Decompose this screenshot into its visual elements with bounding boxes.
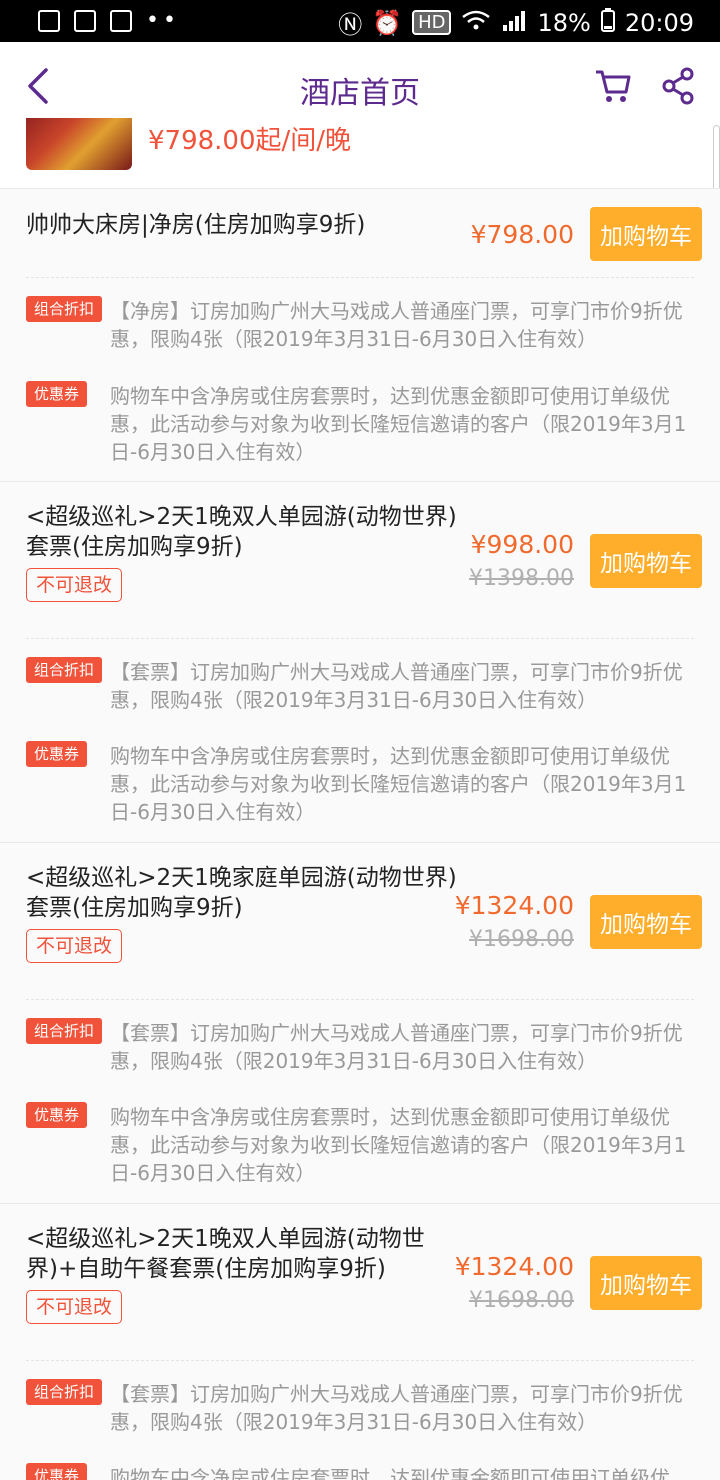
combo-discount-tag: 组合折扣 bbox=[26, 1379, 103, 1405]
combo-discount-text: 【净房】订房加购广州大马戏成人普通座门票，可享门市价9折优惠，限购4张（限201… bbox=[110, 299, 683, 351]
original-price: ¥1698.00 bbox=[469, 927, 574, 952]
nfc-icon: Ⓝ bbox=[338, 11, 363, 39]
divider bbox=[26, 277, 694, 278]
combo-discount-tag: 组合折扣 bbox=[26, 657, 103, 683]
hotel-thumbnail bbox=[26, 118, 132, 170]
room-price: ¥1324.00 bbox=[454, 891, 574, 920]
cart-icon bbox=[596, 70, 631, 102]
coupon-tag: 优惠券 bbox=[26, 1102, 88, 1128]
sim-icon bbox=[110, 9, 132, 32]
divider bbox=[26, 1360, 694, 1361]
room-name: <超级巡礼>2天1晚家庭单园游(动物世界)套票(住房加购享9折) bbox=[26, 865, 457, 921]
room-price: ¥1324.00 bbox=[454, 1252, 574, 1281]
combo-discount-text: 【套票】订房加购广州大马戏成人普通座门票，可享门市价9折优惠，限购4张（限201… bbox=[110, 660, 683, 712]
gallery-icon bbox=[38, 9, 60, 32]
combo-discount-tag: 组合折扣 bbox=[26, 296, 103, 322]
room-card: 帅帅大床房|净房(住房加购享9折) ¥798.00 加购物车 组合折扣 【净房】… bbox=[0, 188, 720, 481]
status-bar: •• Ⓝ ⏰ HD 18% 20:09 bbox=[0, 0, 720, 42]
no-refund-badge: 不可退改 bbox=[26, 568, 123, 602]
clock: 20:09 bbox=[624, 8, 694, 37]
alarm-icon: ⏰ bbox=[372, 8, 403, 37]
divider bbox=[26, 999, 694, 1000]
cart-button[interactable] bbox=[594, 66, 632, 106]
room-name: 帅帅大床房|净房(住房加购享9折) bbox=[26, 212, 366, 238]
share-button[interactable] bbox=[660, 66, 696, 106]
combo-discount-tag: 组合折扣 bbox=[26, 1018, 103, 1044]
room-card: <超级巡礼>2天1晚双人单园游(动物世界)套票(住房加购享9折) 不可退改 ¥9… bbox=[0, 481, 720, 842]
coupon-tag: 优惠券 bbox=[26, 741, 88, 767]
coupon-tag: 优惠券 bbox=[26, 1463, 88, 1480]
add-to-cart-button[interactable]: 加购物车 bbox=[590, 895, 702, 949]
signal-icon bbox=[501, 9, 527, 37]
room-name: <超级巡礼>2天1晚双人单园游(动物世界)+自助午餐套票(住房加购享9折) bbox=[26, 1226, 425, 1282]
original-price: ¥1398.00 bbox=[469, 566, 574, 591]
battery-icon bbox=[600, 7, 615, 38]
sim-icon bbox=[74, 9, 96, 32]
add-to-cart-button[interactable]: 加购物车 bbox=[590, 207, 702, 261]
room-price: ¥998.00 bbox=[470, 530, 574, 559]
no-refund-badge: 不可退改 bbox=[26, 929, 123, 963]
battery-percent: 18% bbox=[537, 8, 591, 37]
hotel-price: ¥798.00起/间/晚 bbox=[148, 126, 352, 156]
coupon-tag: 优惠券 bbox=[26, 381, 88, 407]
coupon-text: 购物车中含净房或住房套票时，达到优惠金额即可使用订单级优惠，此活动参与对象为收到… bbox=[110, 384, 687, 464]
room-price: ¥798.00 bbox=[470, 220, 574, 249]
hd-badge: HD bbox=[412, 10, 452, 35]
add-to-cart-button[interactable]: 加购物车 bbox=[590, 534, 702, 588]
wifi-icon bbox=[461, 9, 491, 37]
hotel-summary: ¥798.00起/间/晚 bbox=[0, 118, 720, 188]
room-card: <超级巡礼>2天1晚双人单园游(动物世界)+自助午餐套票(住房加购享9折) 不可… bbox=[0, 1203, 720, 1480]
add-to-cart-button[interactable]: 加购物车 bbox=[590, 1256, 702, 1310]
combo-discount-text: 【套票】订房加购广州大马戏成人普通座门票，可享门市价9折优惠，限购4张（限201… bbox=[110, 1382, 683, 1434]
no-refund-badge: 不可退改 bbox=[26, 1290, 123, 1324]
room-name: <超级巡礼>2天1晚双人单园游(动物世界)套票(住房加购享9折) bbox=[26, 504, 457, 560]
more-notifications-icon: •• bbox=[146, 8, 180, 33]
divider bbox=[26, 638, 694, 639]
share-icon bbox=[662, 67, 694, 105]
coupon-text: 购物车中含净房或住房套票时，达到优惠金额即可使用订单级优惠，此活动参与对象为收到… bbox=[110, 744, 687, 824]
room-card: <超级巡礼>2天1晚家庭单园游(动物世界)套票(住房加购享9折) 不可退改 ¥1… bbox=[0, 842, 720, 1203]
original-price: ¥1698.00 bbox=[469, 1288, 574, 1313]
coupon-text: 购物车中含净房或住房套票时，达到优惠金额即可使用订单级优惠，此活动参与对象为收到… bbox=[110, 1105, 687, 1185]
coupon-text: 购物车中含净房或住房套票时，达到优惠金额即可使用订单级优惠，此活动参与对象为收到… bbox=[110, 1466, 670, 1480]
combo-discount-text: 【套票】订房加购广州大马戏成人普通座门票，可享门市价9折优惠，限购4张（限201… bbox=[110, 1021, 683, 1073]
